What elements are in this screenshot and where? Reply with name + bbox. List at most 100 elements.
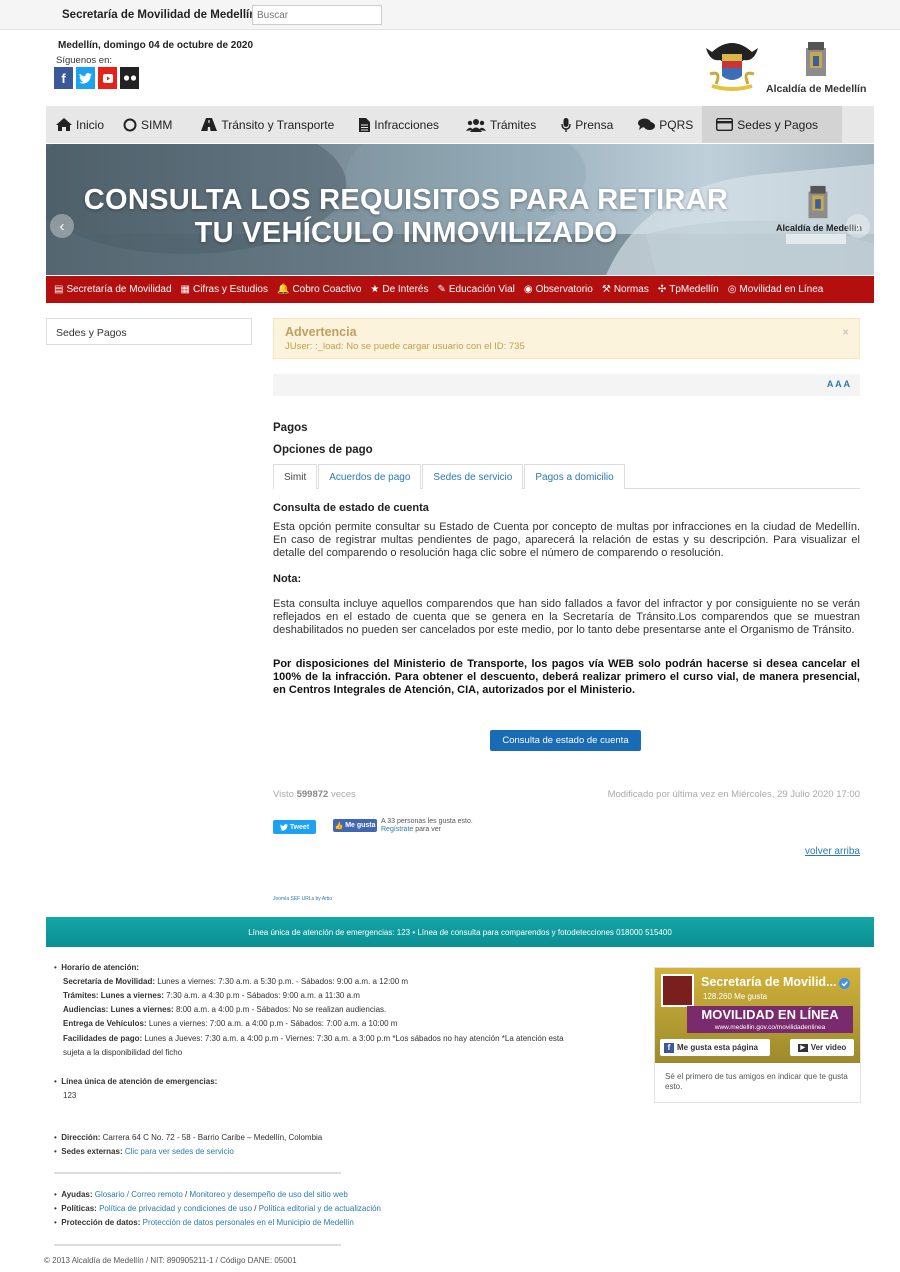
horario-title: • Horario de atención:	[54, 963, 140, 972]
facebook-page-like-button[interactable]: f Me gusta esta página	[660, 1039, 770, 1056]
nav-item-simm[interactable]: SIMM	[113, 106, 181, 143]
joomla-sef-link[interactable]: Joomla SEF URLs by Artio	[273, 896, 332, 902]
users-icon	[466, 118, 486, 132]
back-to-top-link[interactable]: volver arriba	[805, 846, 860, 857]
privacidad-link[interactable]: Política de privacidad y condiciones de …	[99, 1204, 252, 1213]
subnav-item-interes[interactable]: ★ De Interés	[370, 284, 428, 295]
nav-item-label: PQRS	[659, 117, 694, 132]
subnav-item-label: Movilidad en Línea	[739, 284, 824, 295]
site-title[interactable]: Secretaría de Movilidad de Medellín	[62, 9, 256, 21]
editorial-link[interactable]: Política editorial y de actualización	[259, 1204, 381, 1213]
horario-line: Secretaría de Movilidad: Lunes a viernes…	[63, 975, 408, 988]
facebook-like-button[interactable]: 👍 Me gusta	[333, 819, 377, 832]
warning-alert: Advertencia JUser: :_load: No se puede c…	[273, 318, 860, 359]
horario-label: Secretaría de Movilidad:	[63, 977, 156, 986]
horario-line: Audiencias: Lunes a viernes: 8:00 a.m. a…	[63, 1003, 386, 1016]
subnav-item-normas[interactable]: ⚒ Normas	[602, 284, 649, 295]
subnav-item-secretaria[interactable]: ▤ Secretaría de Movilidad	[54, 284, 172, 295]
warning-message: JUser: :_load: No se puede cargar usuari…	[285, 341, 525, 352]
horario-text: Lunes a viernes: 7:00 a.m. a 4:00 p.m - …	[148, 1019, 398, 1028]
subnav-item-cifras[interactable]: ▦ Cifras y Estudios	[181, 284, 268, 295]
direccion-text: Carrera 64 C No. 72 - 58 - Barrio Caribe…	[102, 1133, 323, 1142]
document-icon	[359, 117, 371, 132]
nav-item-label: Inicio	[76, 117, 105, 132]
search-input[interactable]	[252, 5, 382, 25]
nav-item-label: Prensa	[575, 117, 614, 132]
linea-title-text: Línea única de atención de emergencias:	[61, 1077, 218, 1086]
nav-item-sedes-pagos[interactable]: Sedes y Pagos	[702, 106, 842, 143]
carousel-next-icon[interactable]: ›	[846, 214, 870, 238]
last-modified: Modificado por última vez en Miércoles, …	[607, 789, 860, 800]
building-icon: ▤	[54, 284, 64, 295]
facebook-cover: Secretaría de Movilid... 128.260 Me gust…	[655, 968, 860, 1063]
nav-item-inicio[interactable]: Inicio	[46, 106, 113, 143]
subnav-item-educacion[interactable]: ✎ Educación Vial	[437, 284, 514, 295]
horario-label: Entrega de Vehículos:	[63, 1019, 147, 1028]
like-count-label: A 33 personas les gusta esto.	[381, 818, 473, 825]
tab-pagos-domicilio[interactable]: Pagos a domicilio	[524, 464, 625, 489]
font-size-bar: A A A	[273, 374, 860, 396]
ayudas-label: Ayudas:	[61, 1190, 93, 1199]
nav-item-label: Sedes y Pagos	[737, 117, 818, 132]
subnav-item-cobro[interactable]: 🔔 Cobro Coactivo	[277, 284, 361, 295]
glosario-link[interactable]: Glosario / Correo remoto	[95, 1190, 183, 1199]
facebook-page-widget[interactable]: Secretaría de Movilid... 128.260 Me gust…	[654, 967, 861, 1079]
sedes-link[interactable]: Clic para ver sedes de servicio	[125, 1147, 234, 1156]
banner-title: CONSULTA LOS REQUISITOS PARA RETIRAR TU …	[46, 184, 766, 250]
tab-sedes-servicio[interactable]: Sedes de servicio	[422, 464, 524, 489]
horario-line: Facilidades de pago: Lunes a Jueves: 7:3…	[63, 1032, 564, 1045]
carousel-prev-icon[interactable]: ‹	[50, 214, 74, 238]
facebook-icon: f	[664, 1042, 674, 1053]
register-link[interactable]: Regístrate	[381, 826, 413, 833]
tab-acuerdos-pago[interactable]: Acuerdos de pago	[318, 464, 422, 489]
flickr-icon[interactable]	[120, 67, 139, 89]
twitter-icon[interactable]	[76, 67, 95, 89]
divider	[54, 1172, 341, 1174]
horario-line: sujeta a la disponibilidad del ficho	[63, 1046, 182, 1059]
like-count-text: A 33 personas les gusta esto. Regístrate…	[381, 818, 491, 834]
facebook-video-button[interactable]: ▶ Ver video	[790, 1039, 854, 1056]
like-label: Me gusta	[345, 822, 376, 829]
subnav-item-movilidad-linea[interactable]: ◎ Movilidad en Línea	[728, 284, 824, 295]
nav-item-pqrs[interactable]: PQRS	[622, 106, 702, 143]
sidebar-item-sedes-pagos[interactable]: Sedes y Pagos	[46, 318, 252, 345]
tab-simit[interactable]: Simit	[273, 464, 318, 489]
nav-item-infracciones[interactable]: Infracciones	[343, 106, 448, 143]
divider	[54, 1244, 341, 1246]
nav-item-prensa[interactable]: Prensa	[545, 106, 622, 143]
horario-line: Entrega de Vehículos: Lunes a viernes: 7…	[63, 1017, 397, 1030]
tweet-button[interactable]: Tweet	[273, 820, 316, 834]
horario-text: 7:30 a.m. a 4:30 p.m - Sábados: 9:00 a.m…	[166, 991, 360, 1000]
facebook-video-label: Ver video	[810, 1043, 847, 1052]
politicas-label: Políticas:	[61, 1204, 97, 1213]
important-notice: Por disposiciones del Ministerio de Tran…	[273, 658, 860, 697]
facebook-page-name[interactable]: Secretaría de Movilid...	[701, 975, 836, 989]
subnav-item-tpmedellin[interactable]: ✣ TpMedellín	[658, 284, 719, 295]
tweet-label: Tweet	[289, 823, 310, 831]
subnav-item-label: Normas	[613, 284, 649, 295]
horario-label: Trámites: Lunes a viernes:	[63, 991, 164, 1000]
linea-title: • Línea única de atención de emergencias…	[54, 1077, 218, 1086]
subnav-item-label: Observatorio	[535, 284, 593, 295]
politicas-line: • Políticas: Política de privacidad y co…	[54, 1204, 382, 1213]
monitoreo-link[interactable]: Monitoreo y desempeño de uso del sitio w…	[189, 1190, 347, 1199]
secondary-nav: ▤ Secretaría de Movilidad ▦ Cifras y Estud…	[46, 276, 874, 303]
note-label: Nota:	[273, 573, 302, 585]
medellin-shield-logo	[808, 185, 828, 219]
gavel-icon: ⚒	[601, 284, 611, 295]
facebook-icon[interactable]: f	[54, 67, 73, 89]
note-paragraph: Esta consulta incluye aquellos comparend…	[273, 598, 860, 637]
hero-banner[interactable]: CONSULTA LOS REQUISITOS PARA RETIRAR TU …	[46, 144, 874, 275]
proteccion-link[interactable]: Protección de datos personales en el Mun…	[143, 1218, 354, 1227]
nav-item-tramites[interactable]: Trámites	[448, 106, 545, 143]
subnav-item-observatorio[interactable]: ◉ Observatorio	[524, 284, 593, 295]
youtube-icon[interactable]	[98, 67, 117, 89]
nav-item-transito[interactable]: Tránsito y Transporte	[181, 106, 343, 143]
current-date: Medellín, domingo 04 de octubre de 2020	[58, 40, 254, 51]
globe-icon: ◎	[727, 284, 737, 295]
font-size-controls[interactable]: A A A	[827, 379, 850, 389]
close-icon[interactable]: ×	[842, 325, 849, 339]
horario-text: sujeta a la disponibilidad del ficho	[63, 1048, 183, 1057]
consulta-estado-cuenta-button[interactable]: Consulta de estado de cuenta	[490, 730, 641, 751]
sedes-line: • Sedes externas: Clic para ver sedes de…	[54, 1147, 234, 1156]
